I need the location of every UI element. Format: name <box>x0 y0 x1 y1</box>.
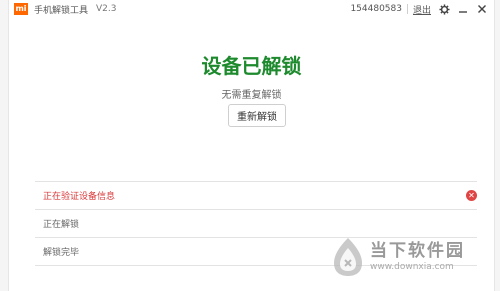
app-title: 手机解锁工具 <box>34 5 89 16</box>
minimize-icon[interactable] <box>457 3 469 15</box>
titlebar-right: 154480583 退出 <box>350 0 488 18</box>
step-label: 正在验证设备信息 <box>43 192 116 202</box>
watermark-title: 当下软件园 <box>370 240 465 261</box>
gear-icon[interactable] <box>438 3 450 15</box>
status-title: 设备已解锁 <box>201 54 302 78</box>
minimize-icon-graphic <box>459 11 467 13</box>
logout-link[interactable]: 退出 <box>413 3 431 16</box>
app-version: V2.3 <box>96 4 117 14</box>
title-bar: mi 手机解锁工具 V2.3 154480583 退出 <box>9 0 494 18</box>
divider <box>406 4 408 14</box>
watermark-logo-icon <box>330 236 366 278</box>
step-verify-device: 正在验证设备信息 ✕ <box>35 181 477 209</box>
mi-logo: mi <box>14 3 28 15</box>
error-icon: ✕ <box>466 190 477 201</box>
watermark-url: www.downxia.com <box>370 262 454 273</box>
step-unlocking: 正在解锁 <box>35 209 477 237</box>
watermark-text: 当下软件园 www.downxia.com <box>370 240 465 273</box>
close-icon[interactable] <box>476 3 488 15</box>
watermark-logo-graphic <box>334 238 362 276</box>
step-label: 解锁完毕 <box>43 248 80 258</box>
step-label: 正在解锁 <box>43 220 80 230</box>
site-watermark: 当下软件园 www.downxia.com <box>330 236 465 278</box>
close-icon-graphic <box>478 5 486 13</box>
status-subtitle: 无需重复解锁 <box>221 90 282 101</box>
relock-button[interactable]: 重新解锁 <box>228 104 286 127</box>
gear-icon-graphic <box>438 3 450 15</box>
account-id: 154480583 <box>350 4 402 14</box>
